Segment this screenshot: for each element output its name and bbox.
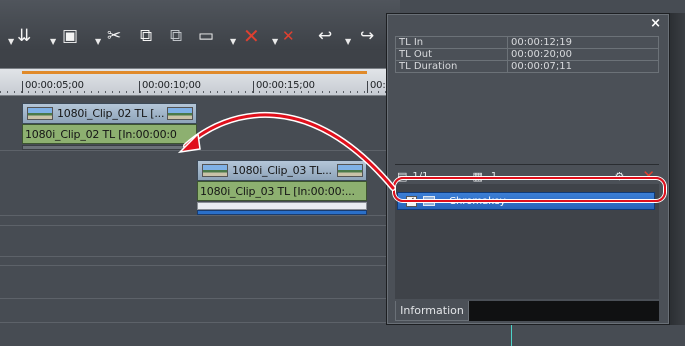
drag-arrow-annotation xyxy=(177,111,396,191)
